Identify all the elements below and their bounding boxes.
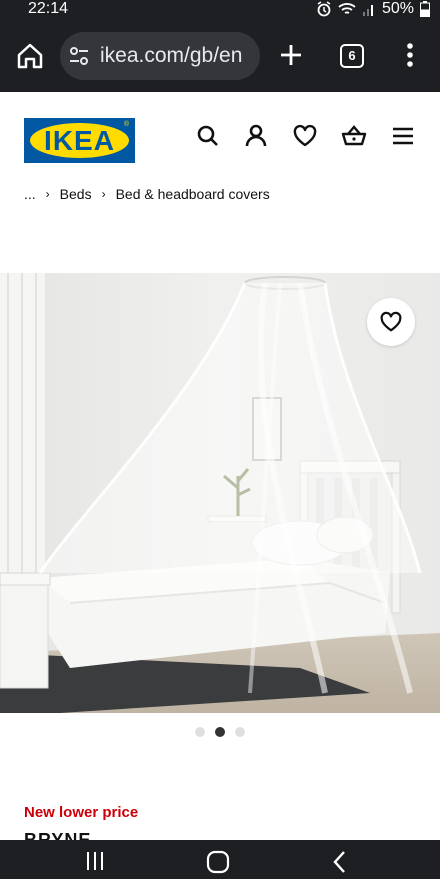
basket-icon[interactable]	[341, 123, 367, 149]
status-time: 22:14	[28, 0, 69, 17]
new-tab-icon[interactable]	[276, 40, 306, 70]
heart-icon	[380, 311, 402, 332]
chevron-right-icon: ›	[101, 187, 106, 201]
status-bar: 22:14 50%	[0, 0, 440, 20]
logo-registered-mark: ®	[123, 121, 129, 128]
ikea-logo[interactable]: IKEA ®	[24, 118, 135, 163]
new-lower-price-label: New lower price	[24, 804, 139, 821]
gallery-dot-2-active[interactable]	[215, 727, 225, 737]
site-header: IKEA ®	[0, 92, 440, 180]
site-settings-icon[interactable]	[68, 45, 90, 67]
breadcrumb-bed-headboard-covers[interactable]: Bed & headboard covers	[116, 186, 270, 202]
menu-icon[interactable]	[390, 123, 416, 149]
address-bar[interactable]: ikea.com/gb/en	[60, 32, 260, 80]
signal-icon	[362, 5, 373, 16]
home-nav-icon[interactable]	[206, 850, 230, 874]
breadcrumb: ... › Beds › Bed & headboard covers	[24, 184, 270, 204]
gallery-pagination	[195, 727, 245, 737]
chevron-right-icon: ›	[45, 187, 50, 201]
wifi-icon	[338, 3, 356, 14]
more-icon[interactable]	[400, 40, 420, 70]
breadcrumb-ellipsis[interactable]: ...	[24, 186, 36, 202]
account-icon[interactable]	[243, 123, 269, 149]
breadcrumb-beds[interactable]: Beds	[60, 186, 92, 202]
recent-apps-icon[interactable]	[84, 850, 106, 872]
system-nav-bar	[0, 840, 440, 879]
battery-icon	[420, 1, 430, 17]
alarm-icon	[317, 1, 331, 17]
save-to-favourites-button[interactable]	[367, 298, 415, 346]
browser-toolbar: ikea.com/gb/en 6	[0, 20, 440, 92]
logo-text: IKEA	[44, 125, 115, 156]
favourites-icon[interactable]	[292, 123, 318, 149]
gallery-dot-1[interactable]	[195, 727, 205, 737]
battery-level: 50%	[381, 0, 414, 17]
search-icon[interactable]	[195, 123, 221, 149]
gallery-dot-3[interactable]	[235, 727, 245, 737]
tabs-button[interactable]: 6	[340, 44, 364, 68]
url-text: ikea.com/gb/en	[100, 44, 243, 67]
home-icon[interactable]	[14, 40, 46, 72]
status-icons: 50%	[316, 0, 430, 18]
back-icon[interactable]	[332, 850, 348, 874]
